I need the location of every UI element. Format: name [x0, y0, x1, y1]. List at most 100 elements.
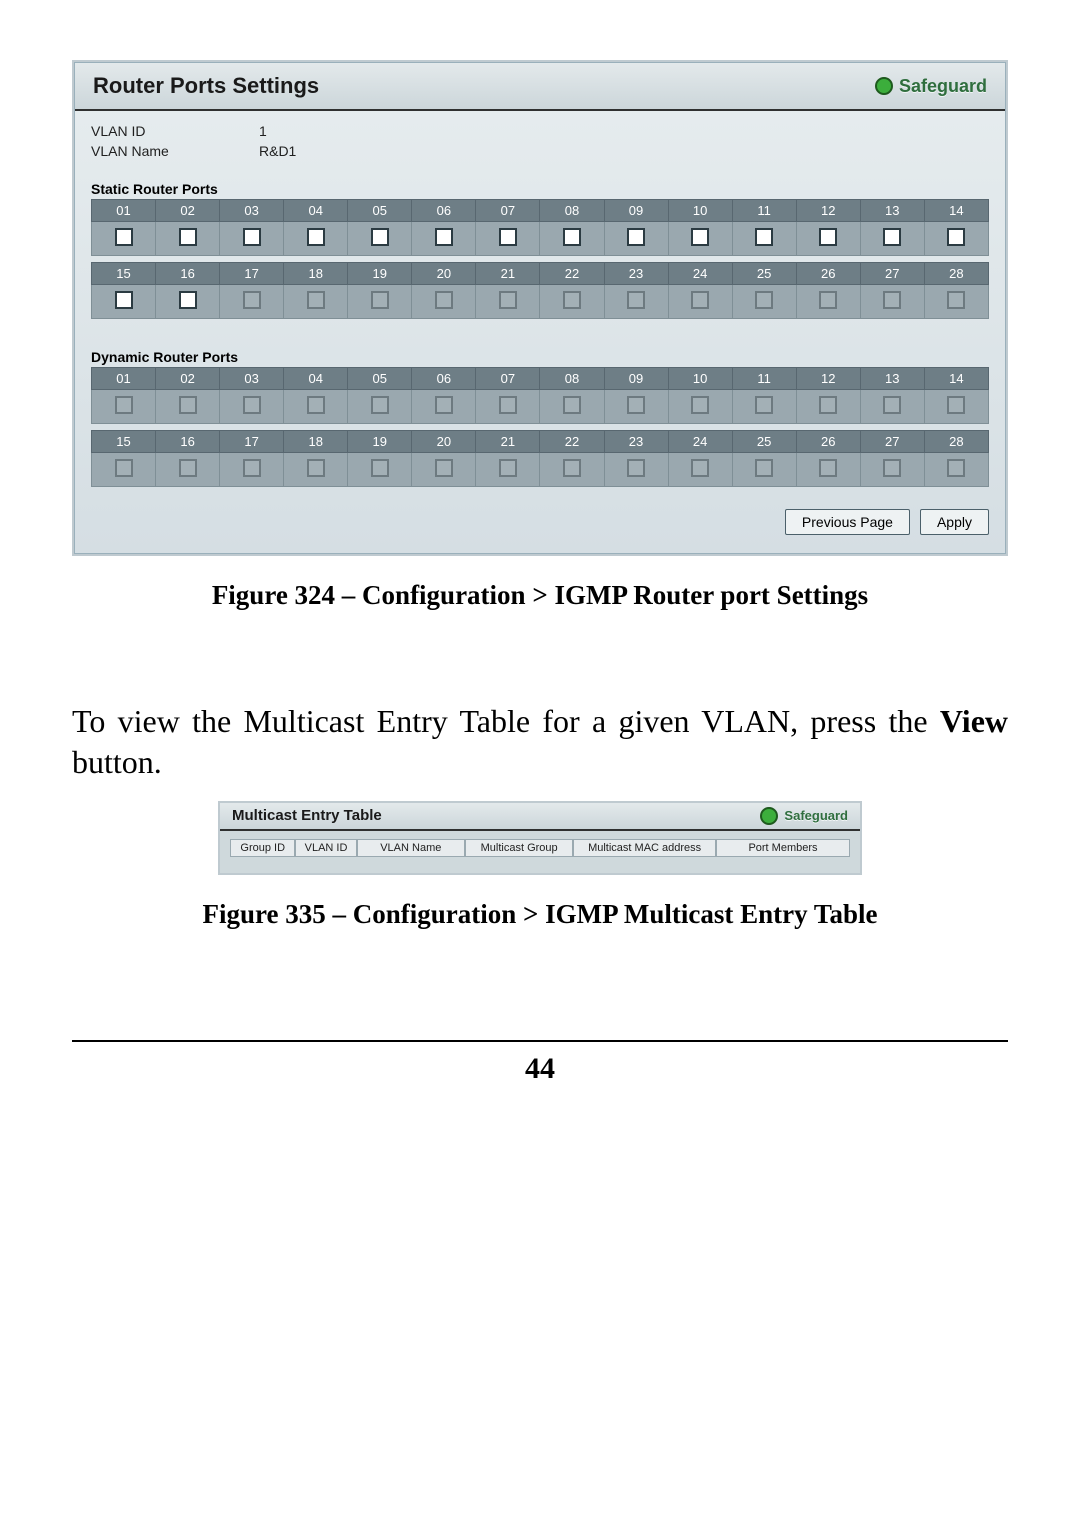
port-header: 28 — [924, 263, 988, 285]
port-checkbox[interactable] — [179, 291, 197, 309]
port-cell — [412, 453, 476, 487]
port-header: 18 — [284, 431, 348, 453]
safeguard-label: Safeguard — [899, 76, 987, 97]
port-checkbox[interactable] — [819, 228, 837, 246]
port-checkbox[interactable] — [499, 228, 517, 246]
port-checkbox — [371, 291, 389, 309]
port-checkbox — [563, 396, 581, 414]
panel-body: VLAN ID 1 VLAN Name R&D1 Static Router P… — [75, 111, 1005, 553]
port-checkbox — [499, 291, 517, 309]
port-checkbox — [755, 396, 773, 414]
vlan-id-value: 1 — [259, 123, 267, 139]
port-cell — [92, 222, 156, 256]
port-cell — [796, 222, 860, 256]
port-checkbox[interactable] — [627, 228, 645, 246]
port-cell — [796, 453, 860, 487]
port-cell — [220, 222, 284, 256]
port-checkbox[interactable] — [115, 228, 133, 246]
port-header: 25 — [732, 263, 796, 285]
port-header: 10 — [668, 368, 732, 390]
port-checkbox — [883, 396, 901, 414]
port-checkbox — [627, 291, 645, 309]
port-cell — [668, 222, 732, 256]
port-header: 26 — [796, 263, 860, 285]
port-checkbox[interactable] — [755, 228, 773, 246]
port-cell — [284, 222, 348, 256]
port-cell — [860, 390, 924, 424]
port-header: 20 — [412, 431, 476, 453]
port-checkbox[interactable] — [435, 228, 453, 246]
port-header: 12 — [796, 368, 860, 390]
port-cell — [540, 453, 604, 487]
port-checkbox[interactable] — [947, 228, 965, 246]
apply-button[interactable]: Apply — [920, 509, 989, 535]
port-checkbox — [307, 291, 325, 309]
vlan-id-label: VLAN ID — [91, 123, 211, 139]
port-cell — [156, 453, 220, 487]
port-checkbox[interactable] — [883, 228, 901, 246]
port-header: 27 — [860, 263, 924, 285]
port-checkbox — [435, 459, 453, 477]
port-checkbox — [371, 396, 389, 414]
port-cell — [220, 390, 284, 424]
port-checkbox[interactable] — [563, 228, 581, 246]
port-header: 01 — [92, 200, 156, 222]
port-cell — [604, 453, 668, 487]
port-header: 27 — [860, 431, 924, 453]
port-cell — [732, 453, 796, 487]
port-header: 09 — [604, 368, 668, 390]
port-header: 21 — [476, 431, 540, 453]
port-cell — [92, 390, 156, 424]
port-cell — [604, 222, 668, 256]
port-header: 15 — [92, 431, 156, 453]
port-checkbox — [947, 396, 965, 414]
port-header: 10 — [668, 200, 732, 222]
port-cell — [92, 285, 156, 319]
port-checkbox[interactable] — [115, 291, 133, 309]
figure1-caption: Figure 324 – Configuration > IGMP Router… — [72, 580, 1008, 611]
port-cell — [412, 222, 476, 256]
port-cell — [412, 285, 476, 319]
port-checkbox — [819, 396, 837, 414]
column-header: VLAN ID — [295, 839, 356, 857]
port-header: 08 — [540, 368, 604, 390]
port-header: 17 — [220, 263, 284, 285]
router-ports-figure: Router Ports Settings Safeguard VLAN ID … — [72, 60, 1008, 556]
port-header: 07 — [476, 200, 540, 222]
port-cell — [540, 390, 604, 424]
port-checkbox[interactable] — [691, 228, 709, 246]
fig2-title: Multicast Entry Table — [232, 807, 382, 824]
port-cell — [796, 390, 860, 424]
port-header: 22 — [540, 263, 604, 285]
port-checkbox — [691, 396, 709, 414]
body-bold: View — [940, 703, 1008, 739]
port-cell — [860, 222, 924, 256]
port-header: 18 — [284, 263, 348, 285]
port-header: 16 — [156, 263, 220, 285]
port-header: 11 — [732, 368, 796, 390]
port-cell — [220, 285, 284, 319]
port-checkbox — [179, 459, 197, 477]
column-header: Multicast MAC address — [573, 839, 716, 857]
port-cell — [156, 222, 220, 256]
port-cell — [540, 285, 604, 319]
port-checkbox[interactable] — [243, 228, 261, 246]
port-cell — [732, 390, 796, 424]
port-checkbox[interactable] — [307, 228, 325, 246]
port-header: 05 — [348, 368, 412, 390]
port-checkbox — [499, 396, 517, 414]
port-header: 16 — [156, 431, 220, 453]
port-cell — [284, 453, 348, 487]
port-checkbox[interactable] — [371, 228, 389, 246]
previous-page-button[interactable]: Previous Page — [785, 509, 910, 535]
port-checkbox — [883, 291, 901, 309]
port-header: 01 — [92, 368, 156, 390]
port-checkbox — [563, 459, 581, 477]
port-header: 02 — [156, 368, 220, 390]
port-checkbox — [371, 459, 389, 477]
port-header: 06 — [412, 200, 476, 222]
port-header: 19 — [348, 431, 412, 453]
port-checkbox[interactable] — [179, 228, 197, 246]
port-checkbox — [755, 459, 773, 477]
port-header: 04 — [284, 368, 348, 390]
